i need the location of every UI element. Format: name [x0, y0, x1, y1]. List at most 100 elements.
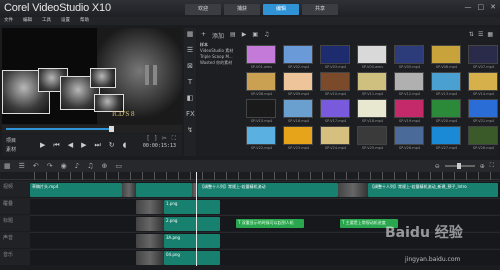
timeline-clip[interactable] [136, 200, 164, 214]
media-thumbnail[interactable]: SP-V28.mp4 [468, 126, 499, 152]
media-thumbnail[interactable]: SP-V09.mp4 [283, 72, 314, 98]
list-view-icon[interactable]: ☰ [478, 31, 483, 38]
title-icon[interactable]: T [186, 78, 194, 86]
timeline-clip[interactable]: 【调整十人列】常规上-若量精机流动_新建_预子_Intro [368, 183, 498, 197]
media-thumbnail[interactable]: SP-V03.mp4 [320, 45, 351, 71]
menu-help[interactable]: 帮助 [80, 17, 89, 25]
media-thumbnail[interactable]: SP-V26.mp4 [394, 126, 425, 152]
timeline-clip[interactable] [136, 251, 164, 265]
media-icon[interactable]: ▦ [186, 30, 194, 38]
timeline-ruler[interactable] [0, 172, 500, 180]
media-thumbnail[interactable]: SP-V20.mp4 [431, 99, 462, 125]
menu-edit[interactable]: 编辑 [23, 17, 32, 25]
play-icon[interactable]: ▶ [40, 141, 45, 150]
motion-icon[interactable]: ↯ [186, 126, 194, 134]
zoom-in-icon[interactable]: ⊕ [480, 163, 485, 170]
menu-tools[interactable]: 工具 [42, 17, 51, 25]
tab-capture[interactable]: 捕获 [224, 4, 260, 15]
track-header[interactable]: 视频 [0, 181, 30, 197]
media-thumbnail[interactable]: SP-V05.mp4 [394, 45, 425, 71]
media-thumbnail[interactable]: SP-V11.mp4 [357, 72, 388, 98]
media-thumbnail[interactable]: SP-V21.mp4 [468, 99, 499, 125]
media-thumbnail[interactable]: SP-V24.mp4 [320, 126, 351, 152]
repeat-icon[interactable]: ↻ [109, 141, 115, 150]
mark-in-icon[interactable]: [ [147, 135, 149, 143]
media-thumbnail[interactable]: SP-V17.mp4 [320, 99, 351, 125]
add-icon[interactable]: + [201, 31, 206, 38]
filter-icon[interactable]: FX [186, 110, 195, 118]
storyboard-view-icon[interactable]: ▦ [4, 162, 11, 170]
media-thumbnail[interactable]: SP-V15.mp4 [246, 99, 277, 125]
track-header[interactable]: 标题 [0, 215, 30, 231]
preview-window[interactable]: ICD'S 8 [2, 28, 182, 124]
timeline-view-icon[interactable]: ☰ [19, 162, 25, 170]
minimize-button[interactable]: — [465, 3, 472, 11]
timeline-clip[interactable] [136, 234, 164, 248]
media-thumbnail[interactable]: SP-V04.wmv [357, 45, 388, 71]
timeline-clip[interactable]: T 双重显示的时候可以起到人机 [236, 219, 304, 228]
fit-project-icon[interactable]: ⛶ [490, 162, 494, 170]
timeline-clip[interactable] [338, 183, 368, 197]
photo-filter-icon[interactable]: ▣ [252, 31, 258, 38]
transition-icon[interactable]: ⊠ [186, 62, 194, 70]
timeline-clip[interactable]: 【调整十人列】常规上-若量精机流动 [198, 183, 338, 197]
media-thumbnail[interactable]: SP-V01.wmv [246, 45, 277, 71]
preview-scrubber[interactable] [2, 125, 182, 133]
media-thumbnail[interactable]: SP-V23.mp4 [283, 126, 314, 152]
timeline-clip[interactable]: 04.png [164, 251, 220, 265]
mark-out-icon[interactable]: ] [154, 135, 156, 143]
timeline-clip[interactable]: 3A.png [164, 234, 220, 248]
media-thumbnail[interactable]: SP-V06.mp4 [431, 45, 462, 71]
record-icon[interactable]: ◉ [61, 162, 67, 170]
grid-view-icon[interactable]: ▦ [487, 31, 493, 38]
volume-icon[interactable]: ◖ [123, 141, 127, 150]
video-filter-icon[interactable]: ▶ [242, 31, 247, 38]
playhead[interactable] [196, 172, 197, 266]
timeline-clip[interactable]: 草稿片头.mp4 [30, 183, 122, 197]
split-icon[interactable]: ✂ [162, 135, 167, 143]
sort-icon[interactable]: ⇅ [469, 31, 474, 38]
motion-track-icon[interactable]: ⊕ [102, 162, 108, 170]
undo-icon[interactable]: ↶ [33, 162, 39, 170]
scrubber-handle[interactable] [109, 126, 115, 132]
mode-clip[interactable]: 素材 [6, 146, 16, 153]
menu-file[interactable]: 文件 [4, 17, 13, 25]
home-icon[interactable]: ⏮ [53, 141, 59, 150]
media-thumbnail[interactable]: SP-V19.mp4 [394, 99, 425, 125]
media-thumbnail[interactable]: SP-V13.mp4 [431, 72, 462, 98]
tab-welcome[interactable]: 欢迎 [185, 4, 221, 15]
track-header[interactable]: 覆叠 [0, 198, 30, 214]
zoom-handle[interactable] [456, 163, 461, 169]
track-row[interactable]: 1.png [30, 198, 500, 214]
media-thumbnail[interactable]: SP-V16.mp4 [283, 99, 314, 125]
timeline-clip[interactable]: 1.png [164, 200, 220, 214]
mode-project[interactable]: 项目 [6, 137, 16, 144]
timeline-clip[interactable]: 2.png [164, 217, 220, 231]
previous-icon[interactable]: ◀ [68, 141, 73, 150]
media-thumbnail[interactable]: SP-V12.mp4 [394, 72, 425, 98]
timeline-clip[interactable] [136, 183, 192, 197]
zoom-slider[interactable] [444, 163, 475, 169]
redo-icon[interactable]: ↷ [47, 162, 53, 170]
next-icon[interactable]: ▶ [81, 141, 86, 150]
media-thumbnail[interactable]: SP-V25.mp4 [357, 126, 388, 152]
media-thumbnail[interactable]: SP-V14.mp4 [468, 72, 499, 98]
track-row[interactable]: 草稿片头.mp4 【调整十人列】常规上-若量精机流动 【调整十人列】常规上-若量精机… [30, 181, 500, 197]
end-icon[interactable]: ⏭ [94, 141, 100, 150]
timeline-clip[interactable] [122, 183, 136, 197]
tab-share[interactable]: 共享 [302, 4, 338, 15]
media-thumbnail[interactable]: SP-V10.mp4 [320, 72, 351, 98]
instant-project-icon[interactable]: ☰ [186, 46, 194, 54]
media-thumbnail[interactable]: SP-V22.mp4 [246, 126, 277, 152]
timecode-display[interactable]: 00:00:15:13 [143, 143, 176, 149]
close-button[interactable]: ✕ [490, 3, 496, 11]
maximize-button[interactable]: □ [478, 3, 485, 11]
tab-edit[interactable]: 编辑 [263, 4, 299, 15]
media-thumbnail[interactable]: SP-V08.mp4 [246, 72, 277, 98]
sound-mixer-icon[interactable]: ♪ [75, 162, 79, 170]
media-thumbnail[interactable]: SP-V02.mp4 [283, 45, 314, 71]
zoom-out-icon[interactable]: ⊖ [435, 163, 440, 170]
timeline-clip[interactable] [136, 217, 164, 231]
track-header[interactable]: 声音 [0, 232, 30, 248]
track-header[interactable]: 音乐 [0, 249, 30, 265]
